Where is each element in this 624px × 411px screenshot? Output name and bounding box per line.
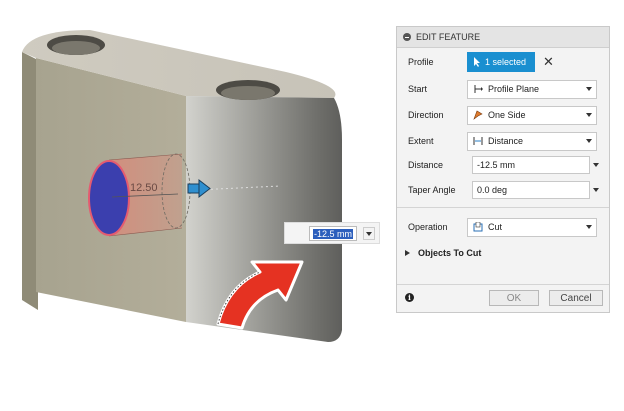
start-row: Start Profile Plane: [397, 78, 609, 100]
3d-viewport[interactable]: 12.50: [0, 0, 390, 350]
taper-dropdown[interactable]: [590, 181, 602, 199]
direction-value: One Side: [488, 110, 526, 120]
panel-header: EDIT FEATURE: [397, 27, 609, 48]
distance-label: Distance: [408, 160, 444, 170]
one-side-icon: [473, 110, 483, 120]
extent-row: Extent Distance: [397, 130, 609, 152]
profile-selected-text: 1 selected: [485, 57, 527, 67]
dimension-label: 12.50: [130, 182, 158, 194]
taper-label: Taper Angle: [408, 185, 456, 195]
profile-label: Profile: [408, 57, 434, 67]
distance-row: Distance -12.5 mm: [397, 154, 609, 176]
taper-row: Taper Angle 0.0 deg: [397, 179, 609, 201]
objects-to-cut-row[interactable]: Objects To Cut: [397, 242, 609, 264]
top-hole-1-inner: [52, 41, 100, 55]
distance-dropdown[interactable]: [590, 156, 602, 174]
cursor-icon: [474, 57, 480, 67]
operation-row: Operation Cut: [397, 216, 609, 238]
block-right-face: [186, 96, 342, 342]
profile-plane-icon: [474, 85, 483, 93]
extent-dropdown[interactable]: Distance: [467, 131, 597, 151]
collapse-icon[interactable]: [403, 33, 411, 41]
top-hole-2-inner: [221, 86, 275, 100]
operation-value: Cut: [488, 222, 503, 232]
footer-divider: [397, 284, 609, 285]
taper-input[interactable]: 0.0 deg: [472, 181, 590, 199]
profile-row: Profile 1 selected ✕: [397, 51, 609, 73]
start-label: Start: [408, 84, 428, 94]
extent-value: Distance: [488, 136, 524, 146]
clear-selection-icon[interactable]: ✕: [543, 54, 554, 70]
distance-icon: [473, 137, 483, 145]
ok-button[interactable]: OK: [489, 290, 539, 306]
objects-to-cut-label: Objects To Cut: [418, 248, 482, 258]
distance-input[interactable]: -12.5 mm: [472, 156, 590, 174]
cut-icon: [473, 222, 483, 232]
panel-title: EDIT FEATURE: [416, 32, 481, 42]
extent-label: Extent: [408, 136, 434, 146]
edit-feature-panel: EDIT FEATURE Profile 1 selected ✕ Start …: [396, 26, 610, 313]
direction-dropdown[interactable]: One Side: [467, 105, 597, 125]
operation-dropdown[interactable]: Cut: [467, 217, 597, 237]
profile-select-button[interactable]: 1 selected: [467, 52, 535, 72]
direction-label: Direction: [408, 110, 444, 120]
start-dropdown[interactable]: Profile Plane: [467, 79, 597, 99]
cancel-button[interactable]: Cancel: [549, 290, 603, 306]
profile-circle[interactable]: [88, 160, 130, 236]
operation-label: Operation: [408, 222, 448, 232]
start-value: Profile Plane: [488, 84, 540, 94]
info-icon[interactable]: i: [405, 293, 414, 302]
divider: [397, 207, 609, 208]
floating-distance-input[interactable]: -12.5 mm: [309, 226, 357, 241]
floating-input-dropdown[interactable]: [363, 227, 375, 240]
direction-row: Direction One Side: [397, 104, 609, 126]
block-left-face: [22, 52, 38, 310]
expand-triangle-icon: [405, 250, 410, 256]
